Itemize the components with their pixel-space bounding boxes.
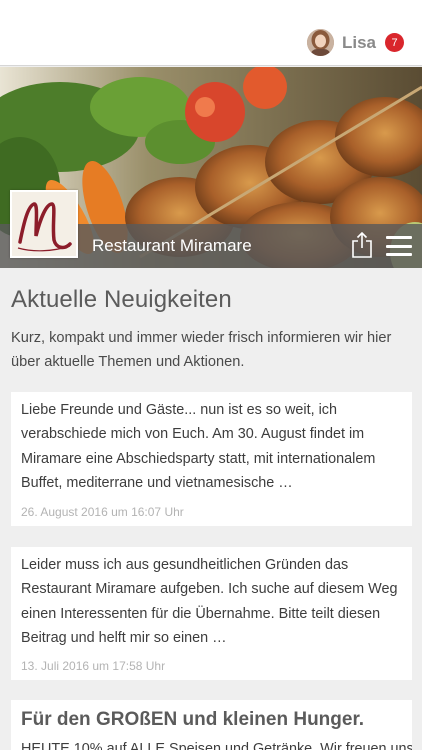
news-text: Liebe Freunde und Gäste... nun ist es so… bbox=[21, 402, 376, 491]
news-card[interactable]: Leider muss ich aus gesundheitlichen Grü… bbox=[11, 547, 412, 680]
news-text: HEUTE 10% auf ALLE Speisen und Getränke.… bbox=[21, 741, 412, 750]
news-card[interactable]: Für den GROßEN und kleinen Hunger. HEUTE… bbox=[11, 700, 412, 750]
news-date: 26. August 2016 um 16:07 Uhr bbox=[21, 505, 184, 519]
page-title: Aktuelle Neuigkeiten bbox=[11, 286, 232, 313]
avatar[interactable] bbox=[306, 29, 334, 56]
restaurant-logo bbox=[10, 190, 78, 258]
logo-mark bbox=[17, 202, 72, 252]
top-bar: Lisa 7 bbox=[0, 0, 422, 66]
news-card[interactable]: Liebe Freunde und Gäste... nun ist es so… bbox=[11, 392, 412, 526]
hamburger-menu-icon[interactable] bbox=[386, 236, 412, 256]
share-icon[interactable] bbox=[350, 232, 374, 258]
user-name[interactable]: Lisa bbox=[342, 33, 376, 53]
restaurant-name: Restaurant Miramare bbox=[92, 236, 252, 255]
news-text: Leider muss ich aus gesundheitlichen Grü… bbox=[21, 557, 398, 646]
page-intro: Kurz, kompakt und immer wieder frisch in… bbox=[11, 330, 392, 370]
news-title: Für den GROßEN und kleinen Hunger. bbox=[21, 709, 365, 730]
news-date: 13. Juli 2016 um 17:58 Uhr bbox=[21, 659, 166, 673]
notification-badge[interactable]: 7 bbox=[385, 33, 404, 52]
hero-banner: Restaurant Miramare bbox=[0, 67, 422, 268]
user-profile[interactable]: Lisa 7 bbox=[306, 29, 404, 56]
